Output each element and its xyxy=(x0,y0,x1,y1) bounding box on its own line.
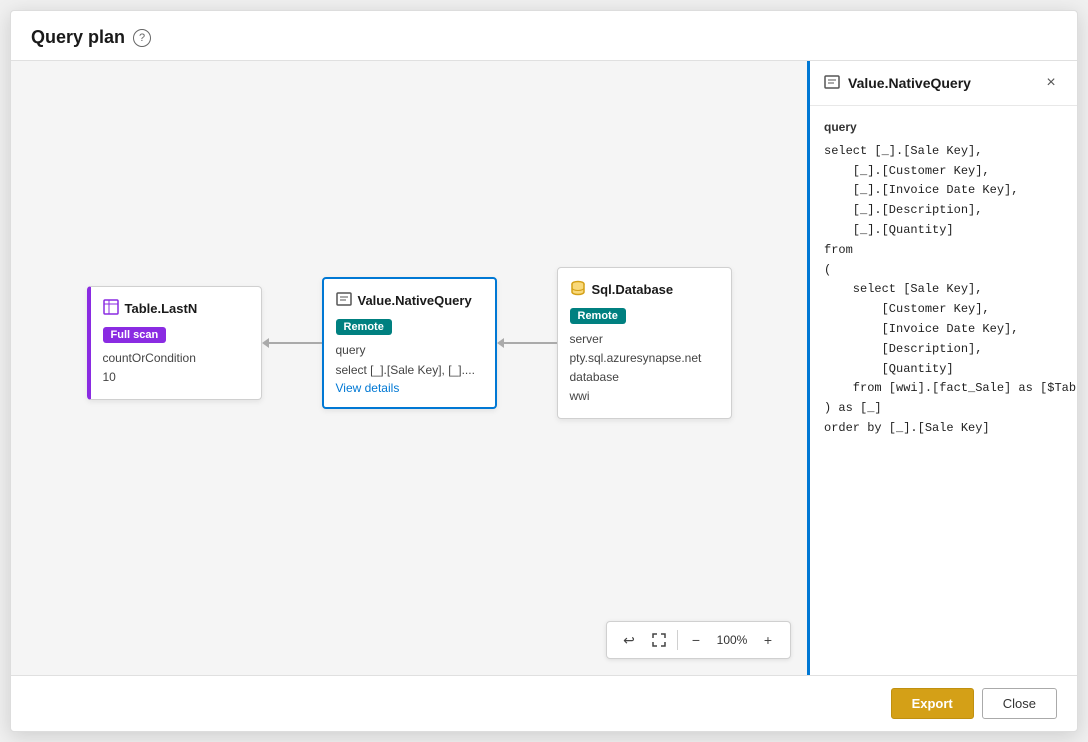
zoom-out-button[interactable]: − xyxy=(682,626,710,654)
node-table-lastn[interactable]: Table.LastN Full scan countOrCondition10 xyxy=(87,286,262,400)
arrow-1 xyxy=(262,338,322,348)
panel-title: Value.NativeQuery xyxy=(848,75,971,91)
node-sql-database[interactable]: Sql.Database Remote serverpty.sql.azures… xyxy=(557,267,732,420)
dialog-title: Query plan xyxy=(31,27,125,48)
node-table-lastn-badge: Full scan xyxy=(103,327,167,343)
canvas-area: Table.LastN Full scan countOrCondition10 xyxy=(11,61,807,675)
panel-icon xyxy=(824,74,840,93)
zoom-in-button[interactable]: + xyxy=(754,626,782,654)
node-sql-database-text: serverpty.sql.azuresynapse.netdatabaseww… xyxy=(570,330,719,407)
panel-close-button[interactable]: × xyxy=(1039,71,1063,95)
canvas-toolbar: ↩ − 100% + xyxy=(606,621,791,659)
node-value-nativequery-title: Value.NativeQuery xyxy=(358,293,472,308)
arrow-head-1 xyxy=(262,338,269,348)
zoom-level: 100% xyxy=(712,633,752,647)
node-sql-database-header: Sql.Database xyxy=(570,280,719,299)
nodes-container: Table.LastN Full scan countOrCondition10 xyxy=(87,267,732,420)
table-icon xyxy=(103,299,119,318)
arrow-2 xyxy=(497,338,557,348)
fit-button[interactable] xyxy=(645,626,673,654)
help-icon[interactable]: ? xyxy=(133,29,151,47)
node-value-nativequery[interactable]: Value.NativeQuery Remote queryselect [_]… xyxy=(322,277,497,408)
arrow-head-2 xyxy=(497,338,504,348)
panel-header: Value.NativeQuery × xyxy=(810,61,1077,106)
view-details-link[interactable]: View details xyxy=(336,381,400,395)
node-value-nativequery-badge: Remote xyxy=(336,319,392,335)
node-table-lastn-header: Table.LastN xyxy=(103,299,249,318)
close-button[interactable]: Close xyxy=(982,688,1057,719)
export-button[interactable]: Export xyxy=(891,688,974,719)
node-sql-database-title: Sql.Database xyxy=(592,282,674,297)
node-table-lastn-text: countOrCondition10 xyxy=(103,349,249,387)
node-value-nativequery-text: queryselect [_].[Sale Key], [_].... xyxy=(336,341,483,379)
dialog-body: Table.LastN Full scan countOrCondition10 xyxy=(11,61,1077,675)
node-value-nativequery-header: Value.NativeQuery xyxy=(336,291,483,310)
query-plan-dialog: Query plan ? xyxy=(10,10,1078,732)
arrow-line-2 xyxy=(504,342,557,344)
dialog-footer: Export Close xyxy=(11,675,1077,731)
node-sql-database-badge: Remote xyxy=(570,308,626,324)
database-icon xyxy=(570,280,586,299)
undo-button[interactable]: ↩ xyxy=(615,626,643,654)
panel-section-label: query xyxy=(824,118,1063,138)
dialog-header: Query plan ? xyxy=(11,11,1077,61)
query-icon xyxy=(336,291,352,310)
panel-body: query select [_].[Sale Key], [_].[Custom… xyxy=(810,106,1077,675)
canvas-content: Table.LastN Full scan countOrCondition10 xyxy=(11,61,807,625)
query-code: select [_].[Sale Key], [_].[Customer Key… xyxy=(824,142,1063,439)
right-panel: Value.NativeQuery × query select [_].[Sa… xyxy=(807,61,1077,675)
node-table-lastn-title: Table.LastN xyxy=(125,301,198,316)
panel-title-row: Value.NativeQuery xyxy=(824,74,971,93)
toolbar-divider xyxy=(677,630,678,650)
arrow-line-1 xyxy=(269,342,322,344)
